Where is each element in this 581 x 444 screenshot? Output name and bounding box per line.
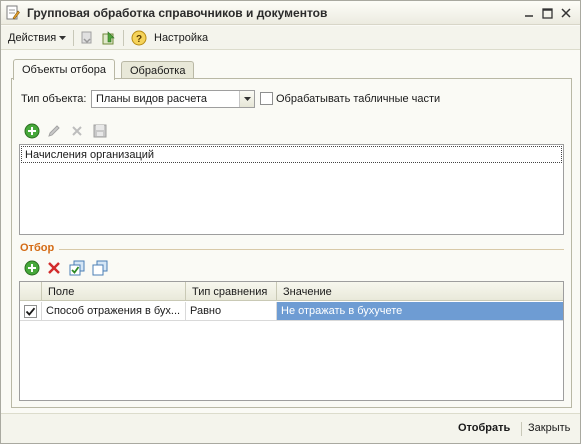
row-field-value: Способ отражения в бух... bbox=[46, 305, 181, 317]
row-checkbox-cell[interactable] bbox=[20, 302, 42, 321]
add-icon[interactable] bbox=[24, 123, 40, 139]
filter-group-title: Отбор bbox=[20, 242, 55, 254]
column-header-comparison[interactable]: Тип сравнения bbox=[186, 282, 277, 301]
table-row[interactable]: Способ отражения в бух... Равно Не отраж… bbox=[20, 302, 563, 321]
select-button[interactable]: Отобрать bbox=[458, 422, 510, 434]
dialog-footer: Отобрать Закрыть bbox=[1, 413, 580, 443]
load-settings-icon[interactable] bbox=[79, 30, 95, 46]
objects-list[interactable]: Начисления организаций bbox=[19, 144, 564, 235]
add-filter-icon[interactable] bbox=[24, 260, 40, 276]
check-all-icon[interactable] bbox=[69, 260, 85, 276]
column-header-comparison-label: Тип сравнения bbox=[192, 285, 268, 298]
row-comparison-value: Равно bbox=[190, 305, 222, 317]
settings-button[interactable]: Настройка bbox=[154, 29, 208, 47]
actions-menu[interactable]: Действия bbox=[8, 29, 67, 47]
toolbar: Действия ? Настройка bbox=[1, 26, 580, 50]
list-item-label: Начисления организаций bbox=[25, 149, 155, 161]
title-bar: Групповая обработка справочников и докум… bbox=[1, 1, 580, 25]
minimize-button[interactable] bbox=[521, 5, 537, 21]
settings-button-label: Настройка bbox=[154, 32, 209, 44]
svg-text:?: ? bbox=[136, 34, 142, 45]
row-field-cell[interactable]: Способ отражения в бух... bbox=[42, 302, 186, 321]
filter-grid: Поле Тип сравнения Значение Способ отраж… bbox=[19, 281, 564, 401]
row-checkbox[interactable] bbox=[24, 304, 37, 318]
row-value-text: Не отражать в бухучете bbox=[281, 305, 403, 317]
tab-processing-label: Обработка bbox=[130, 64, 186, 77]
close-window-button[interactable] bbox=[558, 5, 574, 21]
delete-icon[interactable] bbox=[69, 123, 85, 139]
process-tabular-label: Обрабатывать табличные части bbox=[276, 93, 441, 105]
save-icon[interactable] bbox=[92, 123, 108, 139]
filter-grid-header: Поле Тип сравнения Значение bbox=[20, 282, 563, 301]
edit-icon[interactable] bbox=[46, 123, 62, 139]
column-header-checkbox bbox=[20, 282, 42, 301]
delete-filter-icon[interactable] bbox=[46, 260, 62, 276]
footer-separator bbox=[521, 422, 522, 436]
close-button[interactable]: Закрыть bbox=[528, 422, 570, 434]
checkmark-icon bbox=[25, 307, 36, 316]
actions-menu-label: Действия bbox=[8, 32, 57, 44]
chevron-down-icon[interactable] bbox=[239, 91, 254, 107]
tab-processing[interactable]: Обработка bbox=[121, 61, 195, 79]
window-title: Групповая обработка справочников и докум… bbox=[27, 6, 328, 20]
tab-selection-objects-label: Объекты отбора bbox=[22, 64, 106, 76]
tab-selection-objects[interactable]: Объекты отбора bbox=[13, 59, 115, 80]
row-comparison-cell[interactable]: Равно bbox=[186, 302, 277, 321]
column-header-value-label: Значение bbox=[283, 285, 332, 298]
column-header-field-label: Поле bbox=[48, 285, 75, 298]
save-settings-icon[interactable] bbox=[101, 30, 117, 46]
filter-group-divider bbox=[59, 249, 564, 250]
object-type-value: Планы видов расчета bbox=[96, 93, 208, 105]
dialog-window: Групповая обработка справочников и докум… bbox=[0, 0, 581, 444]
toolbar-separator bbox=[123, 30, 124, 46]
help-icon[interactable]: ? bbox=[131, 30, 147, 46]
uncheck-all-icon[interactable] bbox=[92, 260, 108, 276]
object-type-select[interactable]: Планы видов расчета bbox=[91, 90, 255, 108]
toolbar-separator bbox=[73, 30, 74, 46]
column-header-value[interactable]: Значение bbox=[277, 282, 563, 301]
list-item[interactable]: Начисления организаций bbox=[21, 146, 562, 163]
object-type-label: Тип объекта: bbox=[21, 93, 87, 105]
column-header-field[interactable]: Поле bbox=[42, 282, 186, 301]
row-value-cell[interactable]: Не отражать в бухучете bbox=[277, 302, 563, 321]
chevron-down-icon bbox=[59, 32, 67, 44]
process-tabular-checkbox[interactable] bbox=[260, 92, 273, 105]
document-edit-icon bbox=[6, 5, 20, 20]
maximize-button[interactable] bbox=[539, 5, 555, 21]
